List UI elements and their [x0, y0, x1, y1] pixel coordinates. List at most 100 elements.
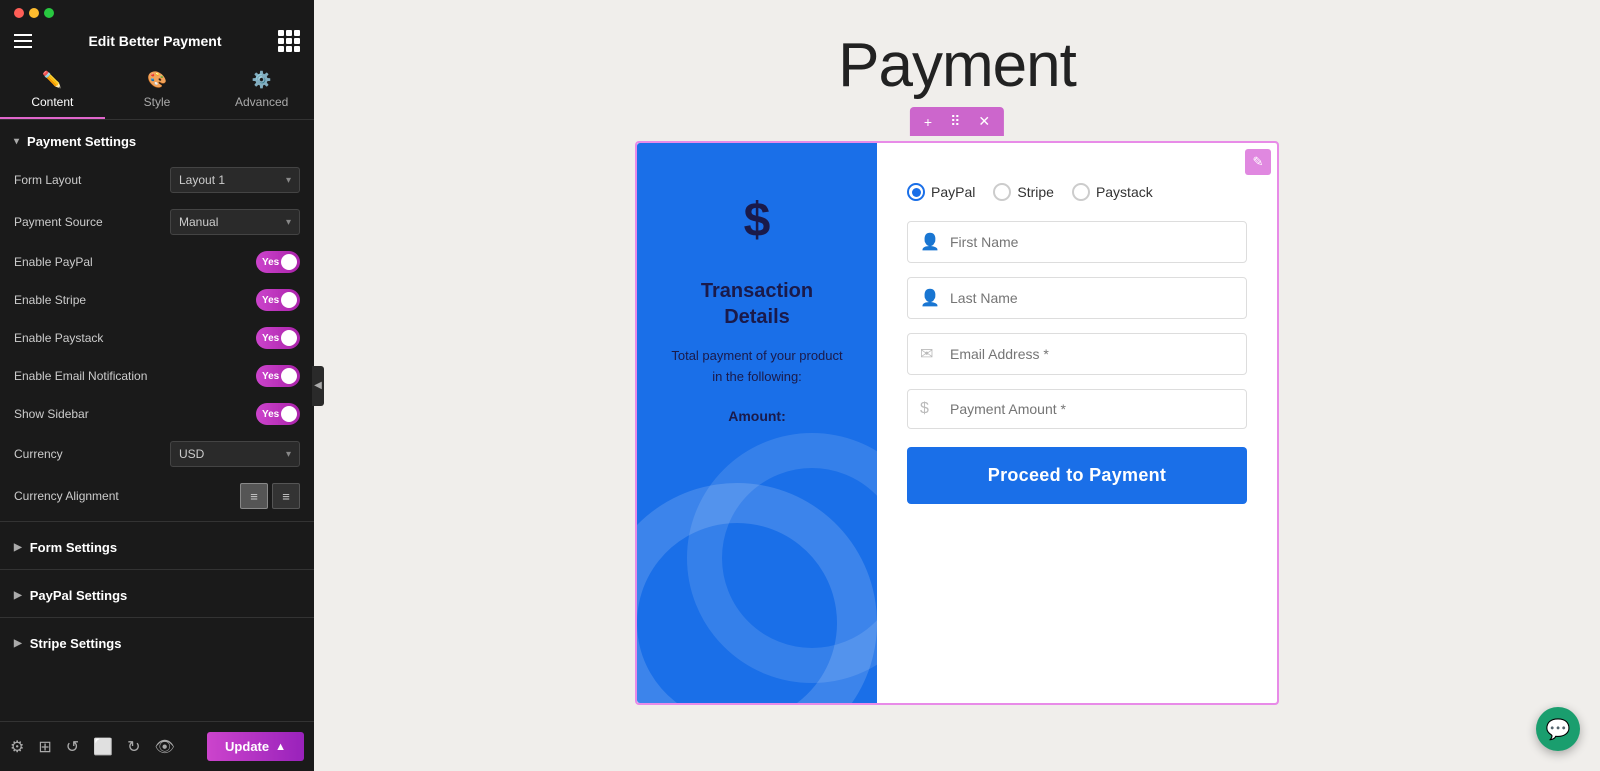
arrow-icon2: ▶	[14, 542, 22, 553]
widget-wrapper: ✎ $ Transaction Details Total payment of…	[635, 141, 1279, 705]
dollar-sign: $	[744, 193, 771, 248]
left-panel: Edit Better Payment ✏️ Content 🎨 Style ⚙…	[0, 0, 314, 771]
payment-options-group: PayPal Stripe Paystack	[907, 183, 1247, 201]
enable-email-notification-row: Enable Email Notification Yes	[0, 357, 314, 395]
widget-close-btn[interactable]: ✕	[974, 111, 994, 132]
transaction-title: Transaction Details	[667, 278, 847, 330]
enable-paystack-row: Enable Paystack Yes	[0, 319, 314, 357]
widget-container: + ⠿ ✕ ✎ $ Transaction Details Total paym…	[635, 141, 1279, 705]
settings-icon[interactable]: ⚙	[10, 737, 24, 757]
currency-alignment-row: Currency Alignment ≡ ≡	[0, 475, 314, 517]
payment-settings-label: Payment Settings	[27, 134, 136, 149]
enable-paypal-toggle[interactable]: Yes	[256, 251, 300, 273]
window-controls	[0, 0, 314, 26]
proceed-to-payment-button[interactable]: Proceed to Payment	[907, 447, 1247, 504]
history-icon[interactable]: ↺	[66, 737, 79, 757]
currency-dropdown[interactable]: USD ▾	[170, 441, 300, 467]
settings-scroll: ▾ Payment Settings Form Layout Layout 1 …	[0, 120, 314, 721]
last-name-input[interactable]	[950, 290, 1234, 306]
radio-stripe[interactable]: Stripe	[993, 183, 1054, 201]
dot-red[interactable]	[14, 8, 24, 18]
style-icon: 🎨	[147, 70, 167, 90]
hamburger-icon[interactable]	[14, 34, 32, 48]
align-right-btn[interactable]: ≡	[272, 483, 300, 509]
radio-circle-stripe	[993, 183, 1011, 201]
form-settings-label: Form Settings	[30, 540, 117, 555]
tab-style[interactable]: 🎨 Style	[105, 60, 210, 119]
tab-content[interactable]: ✏️ Content	[0, 60, 105, 119]
payment-source-label: Payment Source	[14, 215, 170, 229]
dot-green[interactable]	[44, 8, 54, 18]
radio-paypal-label: PayPal	[931, 184, 975, 200]
enable-stripe-label: Enable Stripe	[14, 293, 256, 307]
responsive-icon[interactable]: ⬜	[93, 737, 113, 757]
panel-title: Edit Better Payment	[88, 33, 221, 49]
enable-stripe-row: Enable Stripe Yes	[0, 281, 314, 319]
enable-email-label: Enable Email Notification	[14, 369, 256, 383]
stripe-settings-header[interactable]: ▶ Stripe Settings	[0, 622, 314, 661]
envelope-icon: ✉	[920, 344, 940, 364]
currency-alignment-label: Currency Alignment	[14, 489, 240, 503]
payment-amount-input[interactable]	[950, 401, 1234, 417]
arrow-icon4: ▶	[14, 638, 22, 649]
widget-drag-btn[interactable]: ⠿	[946, 111, 964, 132]
arrow-icon: ▾	[14, 136, 19, 147]
toggle-yes-label2: Yes	[262, 295, 279, 306]
last-name-field: 👤	[907, 277, 1247, 319]
form-settings-header[interactable]: ▶ Form Settings	[0, 526, 314, 565]
radio-paystack[interactable]: Paystack	[1072, 183, 1153, 201]
tab-advanced[interactable]: ⚙️ Advanced	[209, 60, 314, 119]
stripe-settings-label: Stripe Settings	[30, 636, 122, 651]
panel-tabs: ✏️ Content 🎨 Style ⚙️ Advanced	[0, 60, 314, 120]
tab-style-label: Style	[144, 95, 171, 109]
email-field: ✉	[907, 333, 1247, 375]
dropdown-arrow-icon3: ▾	[286, 449, 291, 460]
enable-email-toggle[interactable]: Yes	[256, 365, 300, 387]
dot-yellow[interactable]	[29, 8, 39, 18]
eye-icon[interactable]: 👁	[154, 737, 174, 757]
first-name-field: 👤	[907, 221, 1247, 263]
person-icon-2: 👤	[920, 288, 940, 308]
radio-paystack-label: Paystack	[1096, 184, 1153, 200]
amount-label: Amount:	[728, 408, 786, 424]
radio-paypal[interactable]: PayPal	[907, 183, 975, 201]
widget-sidebar: $ Transaction Details Total payment of y…	[637, 143, 877, 703]
email-input[interactable]	[950, 346, 1234, 362]
widget-edit-btn[interactable]: ✎	[1245, 149, 1271, 175]
toggle-yes-label3: Yes	[262, 333, 279, 344]
toggle-yes-label: Yes	[262, 257, 279, 268]
form-layout-label: Form Layout	[14, 173, 170, 187]
grid-icon[interactable]	[278, 30, 300, 52]
dropdown-arrow-icon2: ▾	[286, 217, 291, 228]
loop-icon[interactable]: ↻	[127, 737, 140, 757]
widget-add-btn[interactable]: +	[920, 112, 936, 132]
tab-advanced-label: Advanced	[235, 95, 288, 109]
chat-bubble-button[interactable]: 💬	[1536, 707, 1580, 751]
bottom-toolbar: ⚙ ⊞ ↺ ⬜ ↻ 👁 Update ▲	[0, 721, 314, 771]
widget-form: PayPal Stripe Paystack 👤	[877, 143, 1277, 703]
paypal-settings-header[interactable]: ▶ PayPal Settings	[0, 574, 314, 613]
chevron-up-icon: ▲	[275, 741, 286, 753]
toolbar-icons-group: ⚙ ⊞ ↺ ⬜ ↻ 👁	[10, 737, 175, 757]
advanced-icon: ⚙️	[252, 70, 272, 90]
form-layout-dropdown[interactable]: Layout 1 ▾	[170, 167, 300, 193]
payment-source-row: Payment Source Manual ▾	[0, 201, 314, 243]
payment-source-value: Manual	[179, 215, 218, 229]
payment-settings-header[interactable]: ▾ Payment Settings	[0, 120, 314, 159]
layers-icon[interactable]: ⊞	[38, 737, 51, 757]
align-left-btn[interactable]: ≡	[240, 483, 268, 509]
tab-content-label: Content	[31, 95, 73, 109]
chat-icon: 💬	[1546, 717, 1571, 742]
payment-source-dropdown[interactable]: Manual ▾	[170, 209, 300, 235]
show-sidebar-row: Show Sidebar Yes	[0, 395, 314, 433]
collapse-panel-tab[interactable]: ◀	[312, 366, 324, 406]
first-name-input[interactable]	[950, 234, 1234, 250]
enable-stripe-toggle[interactable]: Yes	[256, 289, 300, 311]
panel-top-bar: Edit Better Payment	[0, 26, 314, 60]
update-button[interactable]: Update ▲	[207, 732, 304, 761]
dropdown-arrow-icon: ▾	[286, 175, 291, 186]
enable-paystack-toggle[interactable]: Yes	[256, 327, 300, 349]
transaction-desc: Total payment of your product in the fol…	[667, 346, 847, 388]
show-sidebar-toggle[interactable]: Yes	[256, 403, 300, 425]
person-icon-1: 👤	[920, 232, 940, 252]
